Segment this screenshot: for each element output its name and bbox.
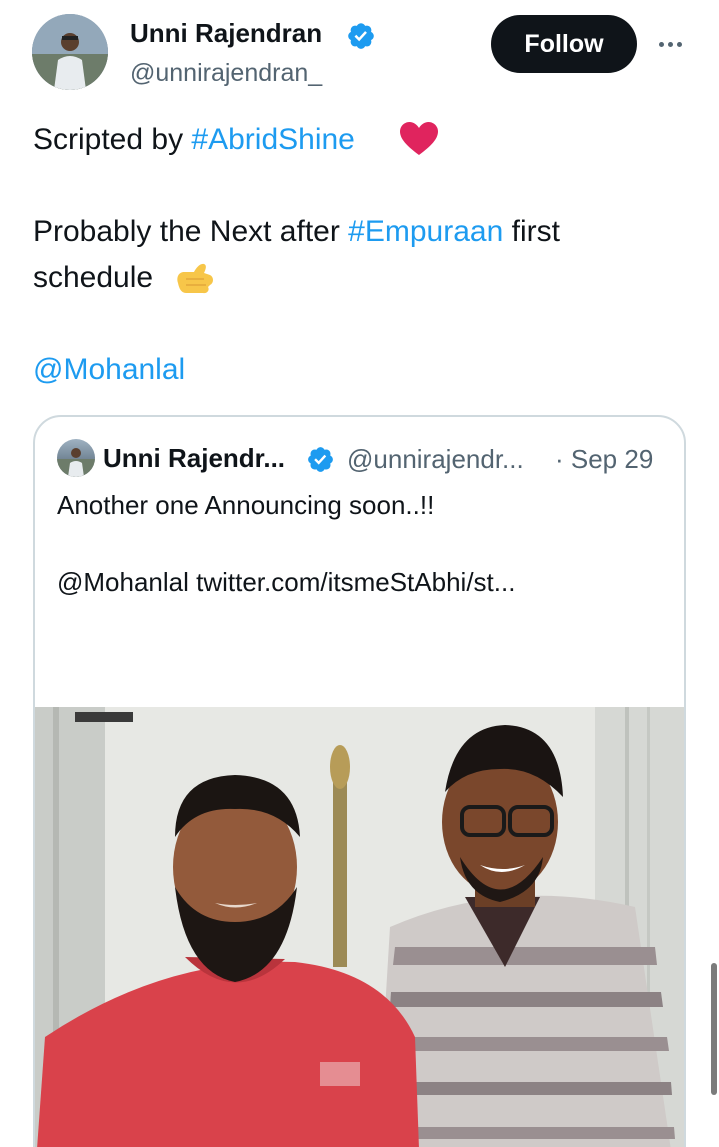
tweet-text: Probably the Next after [33, 215, 349, 248]
verified-badge-icon [308, 447, 333, 472]
red-heart-emoji [400, 122, 438, 155]
author-handle[interactable]: @unnirajendran_ [130, 59, 322, 88]
quoted-author-avatar[interactable] [57, 439, 95, 477]
quoted-tweet-date[interactable]: · Sep 29 [555, 444, 653, 475]
mention-link[interactable]: @Mohanlal [33, 353, 185, 386]
quoted-tweet-photo[interactable] [35, 707, 684, 1147]
call-me-hand-emoji [177, 263, 213, 294]
tweet-text: schedule [33, 261, 154, 294]
quoted-tweet-links[interactable]: @Mohanlal twitter.com/itsmeStAbhi/st... [57, 567, 515, 598]
tweet-line-2: Probably the Next after #Empuraan first [33, 210, 560, 254]
scrollbar[interactable] [711, 963, 717, 1095]
tweet-line-1: Scripted by #AbridShine [33, 118, 355, 162]
quoted-author-handle[interactable]: @unnirajendr... [347, 444, 524, 475]
tweet-line-3: schedule [33, 256, 153, 300]
author-name[interactable]: Unni Rajendran [130, 18, 322, 49]
more-options-icon[interactable] [652, 30, 688, 58]
tweet-line-4: @Mohanlal [33, 348, 185, 392]
hashtag-link[interactable]: #Empuraan [348, 215, 503, 248]
quoted-tweet-card[interactable]: Unni Rajendr... @unnirajendr... · Sep 29… [33, 415, 686, 1147]
hashtag-link[interactable]: #AbridShine [191, 123, 354, 156]
tweet-page: Unni Rajendran @unnirajendran_ Follow Sc… [0, 0, 719, 1147]
author-avatar[interactable] [32, 14, 108, 90]
verified-badge-icon [348, 23, 374, 49]
follow-button[interactable]: Follow [491, 15, 637, 73]
tweet-text: first [503, 215, 560, 248]
quoted-tweet-text: Another one Announcing soon..!! [57, 490, 435, 520]
tweet-text: Scripted by [33, 123, 192, 156]
quoted-author-name[interactable]: Unni Rajendr... [103, 443, 285, 474]
